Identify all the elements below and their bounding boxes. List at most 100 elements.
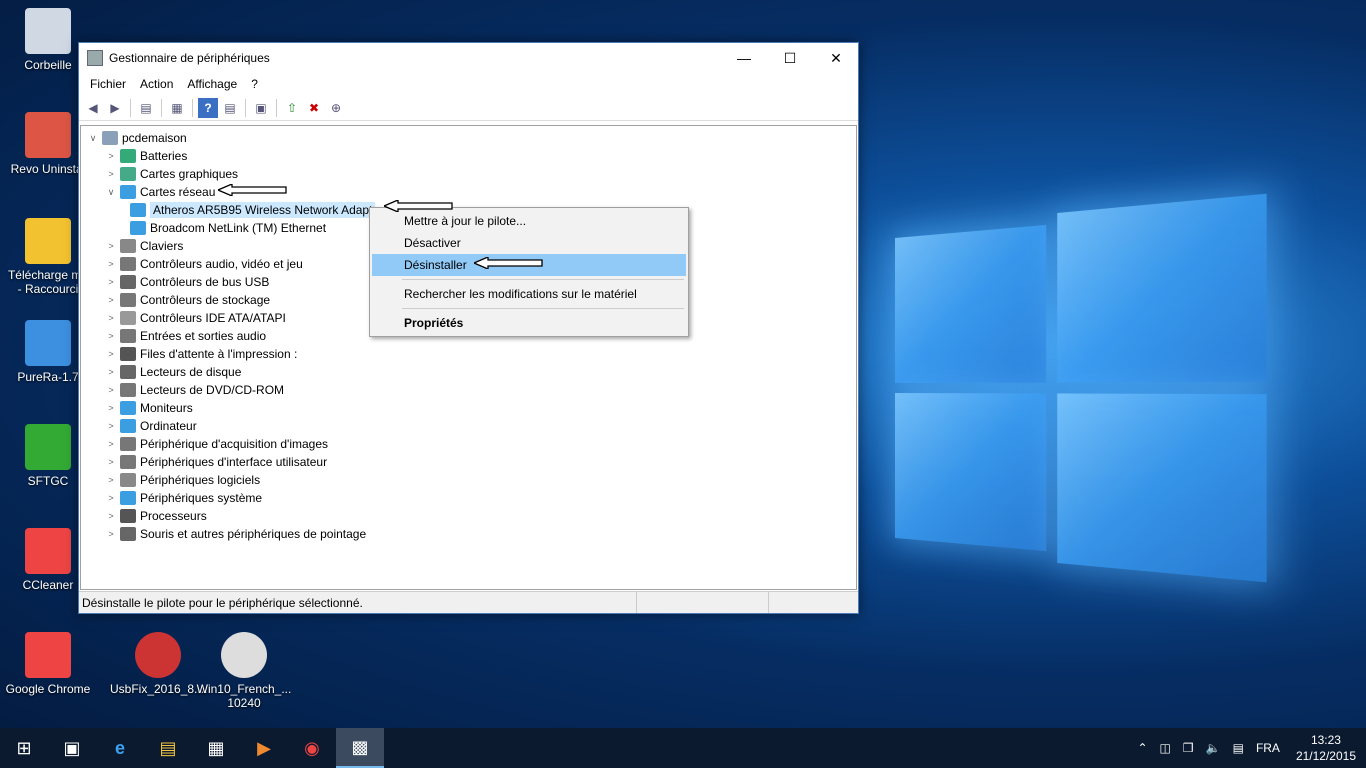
language-indicator[interactable]: FRA bbox=[1250, 741, 1286, 755]
close-button[interactable]: ✕ bbox=[813, 43, 859, 73]
back-icon[interactable]: ◀ bbox=[83, 98, 103, 118]
tree-item-label: Ordinateur bbox=[140, 419, 197, 433]
task-view-icon[interactable]: ▣ bbox=[48, 728, 96, 768]
chevron-right-icon[interactable]: > bbox=[105, 277, 117, 287]
chevron-right-icon[interactable]: > bbox=[105, 259, 117, 269]
tree-item[interactable]: > Périphériques d'interface utilisateur bbox=[81, 453, 856, 471]
chevron-down-icon[interactable]: ∨ bbox=[87, 133, 99, 144]
chevron-right-icon[interactable]: > bbox=[105, 439, 117, 449]
window-title: Gestionnaire de périphériques bbox=[109, 51, 270, 65]
chevron-right-icon[interactable]: > bbox=[105, 151, 117, 161]
context-menu: Mettre à jour le pilote... Désactiver Dési… bbox=[369, 207, 689, 337]
desktop-icon[interactable]: Google Chrome bbox=[0, 632, 96, 696]
tree-item[interactable]: > Cartes graphiques bbox=[81, 165, 856, 183]
tree-item[interactable]: > Files d'attente à l'impression : bbox=[81, 345, 856, 363]
telechargements-icon bbox=[25, 218, 71, 264]
clock[interactable]: 13:23 21/12/2015 bbox=[1286, 732, 1366, 764]
maximize-button[interactable]: ☐ bbox=[767, 43, 813, 73]
menu-fichier[interactable]: Fichier bbox=[83, 77, 133, 91]
power-icon[interactable]: ◫ bbox=[1154, 741, 1177, 755]
tree-item[interactable]: > Batteries bbox=[81, 147, 856, 165]
context-menu-item[interactable]: Propriétés bbox=[372, 312, 686, 334]
chevron-up-icon[interactable]: ⌃ bbox=[1131, 741, 1153, 755]
tree-root[interactable]: ∨ pcdemaison bbox=[81, 129, 856, 147]
context-menu-item[interactable]: Rechercher les modifications sur le maté… bbox=[372, 283, 686, 305]
chevron-right-icon[interactable]: > bbox=[105, 385, 117, 395]
menu-help[interactable]: ? bbox=[244, 77, 265, 91]
device-category-icon bbox=[120, 383, 136, 397]
view-icon[interactable]: ▤ bbox=[220, 98, 240, 118]
minimize-button[interactable]: — bbox=[721, 43, 767, 73]
desktop-icon[interactable]: UsbFix_2016_8.... bbox=[110, 632, 206, 696]
enable-device-icon[interactable]: ⊕ bbox=[326, 98, 346, 118]
chevron-right-icon[interactable]: > bbox=[105, 529, 117, 539]
properties-icon[interactable]: ▦ bbox=[167, 98, 187, 118]
context-menu-item[interactable]: Désactiver bbox=[372, 232, 686, 254]
start-button[interactable]: ⊞ bbox=[0, 728, 48, 768]
chevron-right-icon[interactable]: > bbox=[105, 403, 117, 413]
chevron-right-icon[interactable]: > bbox=[105, 421, 117, 431]
device-category-icon bbox=[120, 491, 136, 505]
media-player-icon[interactable]: ▶ bbox=[240, 728, 288, 768]
scan-hardware-icon[interactable]: ▣ bbox=[251, 98, 271, 118]
device-tree: ∨ pcdemaison > Batteries > Cartes graphique… bbox=[80, 125, 857, 590]
tree-item-label: Contrôleurs de stockage bbox=[140, 293, 270, 307]
context-menu-item[interactable]: Mettre à jour le pilote... bbox=[372, 210, 686, 232]
chevron-right-icon[interactable]: > bbox=[105, 457, 117, 467]
device-category-icon bbox=[120, 419, 136, 433]
chevron-right-icon[interactable]: > bbox=[105, 313, 117, 323]
chevron-right-icon[interactable]: > bbox=[105, 367, 117, 377]
menu-action[interactable]: Action bbox=[133, 77, 180, 91]
wallpaper-windows-logo bbox=[895, 194, 1267, 583]
chevron-right-icon[interactable]: > bbox=[105, 511, 117, 521]
tree-item[interactable]: ∨ Cartes réseau bbox=[81, 183, 856, 201]
tree-item[interactable]: > Ordinateur bbox=[81, 417, 856, 435]
device-category-icon bbox=[120, 167, 136, 181]
chevron-right-icon[interactable]: > bbox=[105, 475, 117, 485]
tree-item[interactable]: > Périphériques système bbox=[81, 489, 856, 507]
chevron-right-icon[interactable]: > bbox=[105, 493, 117, 503]
menu-affichage[interactable]: Affichage bbox=[180, 77, 244, 91]
device-category-icon bbox=[120, 455, 136, 469]
chevron-right-icon[interactable]: > bbox=[105, 331, 117, 341]
clock-date: 21/12/2015 bbox=[1296, 748, 1356, 764]
device-category-icon bbox=[120, 437, 136, 451]
tree-item[interactable]: > Souris et autres périphériques de point… bbox=[81, 525, 856, 543]
edge-icon[interactable]: e bbox=[96, 728, 144, 768]
file-explorer-icon[interactable]: ▤ bbox=[144, 728, 192, 768]
tree-item[interactable]: > Périphérique d'acquisition d'images bbox=[81, 435, 856, 453]
device-manager-taskbar-icon[interactable]: ▩ bbox=[336, 728, 384, 768]
tree-item-label: Lecteurs de disque bbox=[140, 365, 241, 379]
chrome-icon bbox=[25, 632, 71, 678]
tree-item[interactable]: > Processeurs bbox=[81, 507, 856, 525]
device-category-icon bbox=[120, 473, 136, 487]
chevron-right-icon[interactable]: > bbox=[105, 295, 117, 305]
tree-item-label: Broadcom NetLink (TM) Ethernet bbox=[150, 221, 326, 235]
help-icon[interactable]: ? bbox=[198, 98, 218, 118]
device-category-icon bbox=[120, 401, 136, 415]
volume-muted-icon[interactable]: 🔈 bbox=[1200, 741, 1227, 755]
update-driver-icon[interactable]: ⇧ bbox=[282, 98, 302, 118]
tree-item-label: Souris et autres périphériques de pointa… bbox=[140, 527, 366, 541]
wifi-icon[interactable]: ❒ bbox=[1177, 741, 1200, 755]
forward-icon[interactable]: ▶ bbox=[105, 98, 125, 118]
device-category-icon bbox=[120, 365, 136, 379]
chevron-right-icon[interactable]: > bbox=[105, 349, 117, 359]
tree-item-label: Cartes réseau bbox=[140, 185, 215, 199]
tree-item[interactable]: > Lecteurs de disque bbox=[81, 363, 856, 381]
tree-item[interactable]: > Lecteurs de DVD/CD-ROM bbox=[81, 381, 856, 399]
store-icon[interactable]: ▦ bbox=[192, 728, 240, 768]
chrome-taskbar-icon[interactable]: ◉ bbox=[288, 728, 336, 768]
chevron-right-icon[interactable]: > bbox=[105, 169, 117, 179]
device-category-icon bbox=[120, 293, 136, 307]
chevron-down-icon[interactable]: ∨ bbox=[105, 187, 117, 198]
tree-item[interactable]: > Moniteurs bbox=[81, 399, 856, 417]
uninstall-icon[interactable]: ✖ bbox=[304, 98, 324, 118]
chevron-right-icon[interactable]: > bbox=[105, 241, 117, 251]
desktop-icon[interactable]: Win10_French_... 10240 bbox=[196, 632, 292, 710]
tree-item-label: Périphériques système bbox=[140, 491, 262, 505]
tree-item[interactable]: > Périphériques logiciels bbox=[81, 471, 856, 489]
action-center-icon[interactable]: ▤ bbox=[1227, 741, 1250, 755]
show-hide-tree-icon[interactable]: ▤ bbox=[136, 98, 156, 118]
tree-item-label: Files d'attente à l'impression : bbox=[140, 347, 297, 361]
